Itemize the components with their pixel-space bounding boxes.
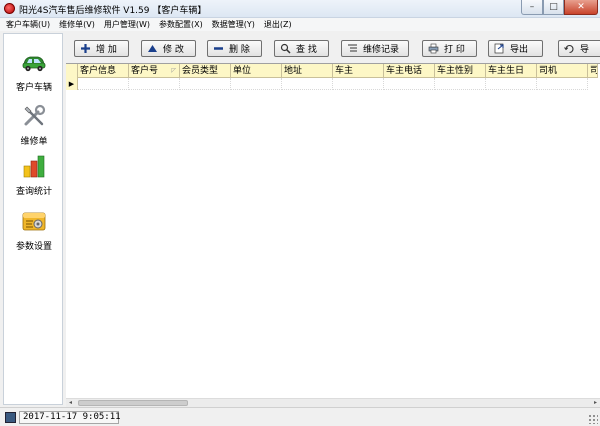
- sidebar-item-customer-vehicles[interactable]: 客户车辆: [4, 49, 64, 93]
- export-icon: [494, 43, 504, 54]
- table-cell[interactable]: [333, 78, 384, 90]
- menu-customer-vehicles[interactable]: 客户车辆(U): [6, 19, 50, 30]
- table-cell[interactable]: [384, 78, 435, 90]
- sidebar-item-query-stats[interactable]: 查询统计: [4, 153, 64, 197]
- minimize-button[interactable]: –: [521, 0, 543, 15]
- table-row[interactable]: ▶: [66, 78, 588, 90]
- sidebar-item-label: 查询统计: [15, 187, 52, 197]
- menu-bar: 客户车辆(U) 维修单(V) 用户管理(W) 参数配置(X) 数据管理(Y) 退…: [0, 18, 600, 31]
- bar-chart-icon: [23, 155, 45, 178]
- refresh-icon: [564, 44, 574, 54]
- search-icon: [280, 43, 291, 54]
- column-header[interactable]: 车主: [333, 64, 384, 78]
- table-cell[interactable]: [231, 78, 282, 90]
- column-header[interactable]: 司: [588, 64, 598, 78]
- horizontal-scrollbar[interactable]: ◂ ▸: [66, 398, 600, 407]
- sidebar-item-label: 客户车辆: [15, 83, 52, 93]
- print-button-label: 打 印: [444, 45, 465, 55]
- export-button-label: 导出: [510, 45, 529, 55]
- refresh-button-label: 导: [580, 45, 590, 55]
- delete-button-label: 删 除: [229, 45, 250, 55]
- edit-button-label: 修 改: [163, 45, 184, 55]
- table-cell[interactable]: [78, 78, 129, 90]
- column-header[interactable]: 车主性别: [435, 64, 486, 78]
- row-indicator: ▶: [66, 78, 78, 90]
- menu-data-management[interactable]: 数据管理(Y): [212, 19, 255, 30]
- menu-user-management[interactable]: 用户管理(W): [104, 19, 150, 30]
- sidebar-item-repair-orders[interactable]: 维修单: [4, 103, 64, 147]
- table-cell[interactable]: [435, 78, 486, 90]
- menu-repair-orders[interactable]: 维修单(V): [59, 19, 95, 30]
- customer-vehicle-table: 客户信息 客户号 ◸ 会员类型 单位 地址 车主 车主电话 车主性别 车主生日 司…: [66, 63, 600, 405]
- table-cell[interactable]: [486, 78, 537, 90]
- find-button-label: 查 找: [296, 45, 317, 55]
- print-button[interactable]: 打 印: [422, 40, 477, 57]
- tools-icon: [24, 104, 46, 126]
- scroll-right-icon[interactable]: ▸: [591, 399, 600, 407]
- close-button[interactable]: ✕: [564, 0, 598, 15]
- row-header-corner: [66, 64, 78, 78]
- column-header-label: 客户号: [131, 66, 159, 76]
- status-bar: 2017-11-17 9:05:11: [0, 407, 600, 426]
- add-button-label: 增 加: [96, 45, 117, 55]
- sort-indicator-icon: ◸: [171, 67, 176, 74]
- delete-button[interactable]: 删 除: [207, 40, 262, 57]
- column-header[interactable]: 单位: [231, 64, 282, 78]
- table-cell[interactable]: [180, 78, 231, 90]
- column-header[interactable]: 会员类型: [180, 64, 231, 78]
- sidebar-item-parameter-settings[interactable]: 参数设置: [4, 208, 64, 252]
- list-icon: [348, 44, 357, 52]
- table-header: 客户信息 客户号 ◸ 会员类型 单位 地址 车主 车主电话 车主性别 车主生日 司…: [66, 64, 598, 78]
- toolbar: 增 加 修 改 删 除 查 找 维修记录 打 印 导出 导: [66, 33, 600, 63]
- refresh-button[interactable]: 导: [558, 40, 600, 57]
- title-bar: 阳光4S汽车售后维修软件 V1.59 【客户车辆】 – □ ✕: [0, 0, 600, 18]
- status-datetime: 2017-11-17 9:05:11: [19, 411, 121, 424]
- sidebar-item-label: 参数设置: [15, 242, 52, 252]
- column-header[interactable]: 车主电话: [384, 64, 435, 78]
- column-header[interactable]: 司机: [537, 64, 588, 78]
- sidebar: 客户车辆 维修单 查询统计 参数设置: [3, 33, 63, 405]
- edit-button[interactable]: 修 改: [141, 40, 196, 57]
- repair-records-button-label: 维修记录: [363, 45, 400, 55]
- resize-grip-icon[interactable]: [588, 414, 598, 424]
- settings-icon: [22, 212, 46, 231]
- column-header[interactable]: 客户信息: [78, 64, 129, 78]
- status-app-icon: [5, 412, 16, 423]
- minus-icon: [214, 47, 223, 50]
- maximize-button[interactable]: □: [543, 0, 564, 15]
- column-header[interactable]: 车主生日: [486, 64, 537, 78]
- car-icon: [22, 56, 46, 72]
- table-cell[interactable]: [129, 78, 180, 90]
- printer-icon: [428, 43, 439, 54]
- table-cell[interactable]: [537, 78, 588, 90]
- scroll-left-icon[interactable]: ◂: [66, 399, 75, 407]
- sidebar-item-label: 维修单: [20, 137, 48, 147]
- repair-records-button[interactable]: 维修记录: [341, 40, 409, 57]
- add-button[interactable]: 增 加: [74, 40, 129, 57]
- export-button[interactable]: 导出: [488, 40, 543, 57]
- triangle-up-icon: [148, 45, 157, 52]
- find-button[interactable]: 查 找: [274, 40, 329, 57]
- plus-icon: [81, 44, 90, 53]
- column-header[interactable]: 客户号 ◸: [129, 64, 180, 78]
- window-title: 阳光4S汽车售后维修软件 V1.59 【客户车辆】: [19, 6, 207, 16]
- table-cell[interactable]: [282, 78, 333, 90]
- app-logo-icon: [4, 3, 15, 14]
- menu-parameter-config[interactable]: 参数配置(X): [159, 19, 203, 30]
- column-header[interactable]: 地址: [282, 64, 333, 78]
- scrollbar-thumb[interactable]: [78, 400, 188, 406]
- menu-exit[interactable]: 退出(Z): [264, 19, 292, 30]
